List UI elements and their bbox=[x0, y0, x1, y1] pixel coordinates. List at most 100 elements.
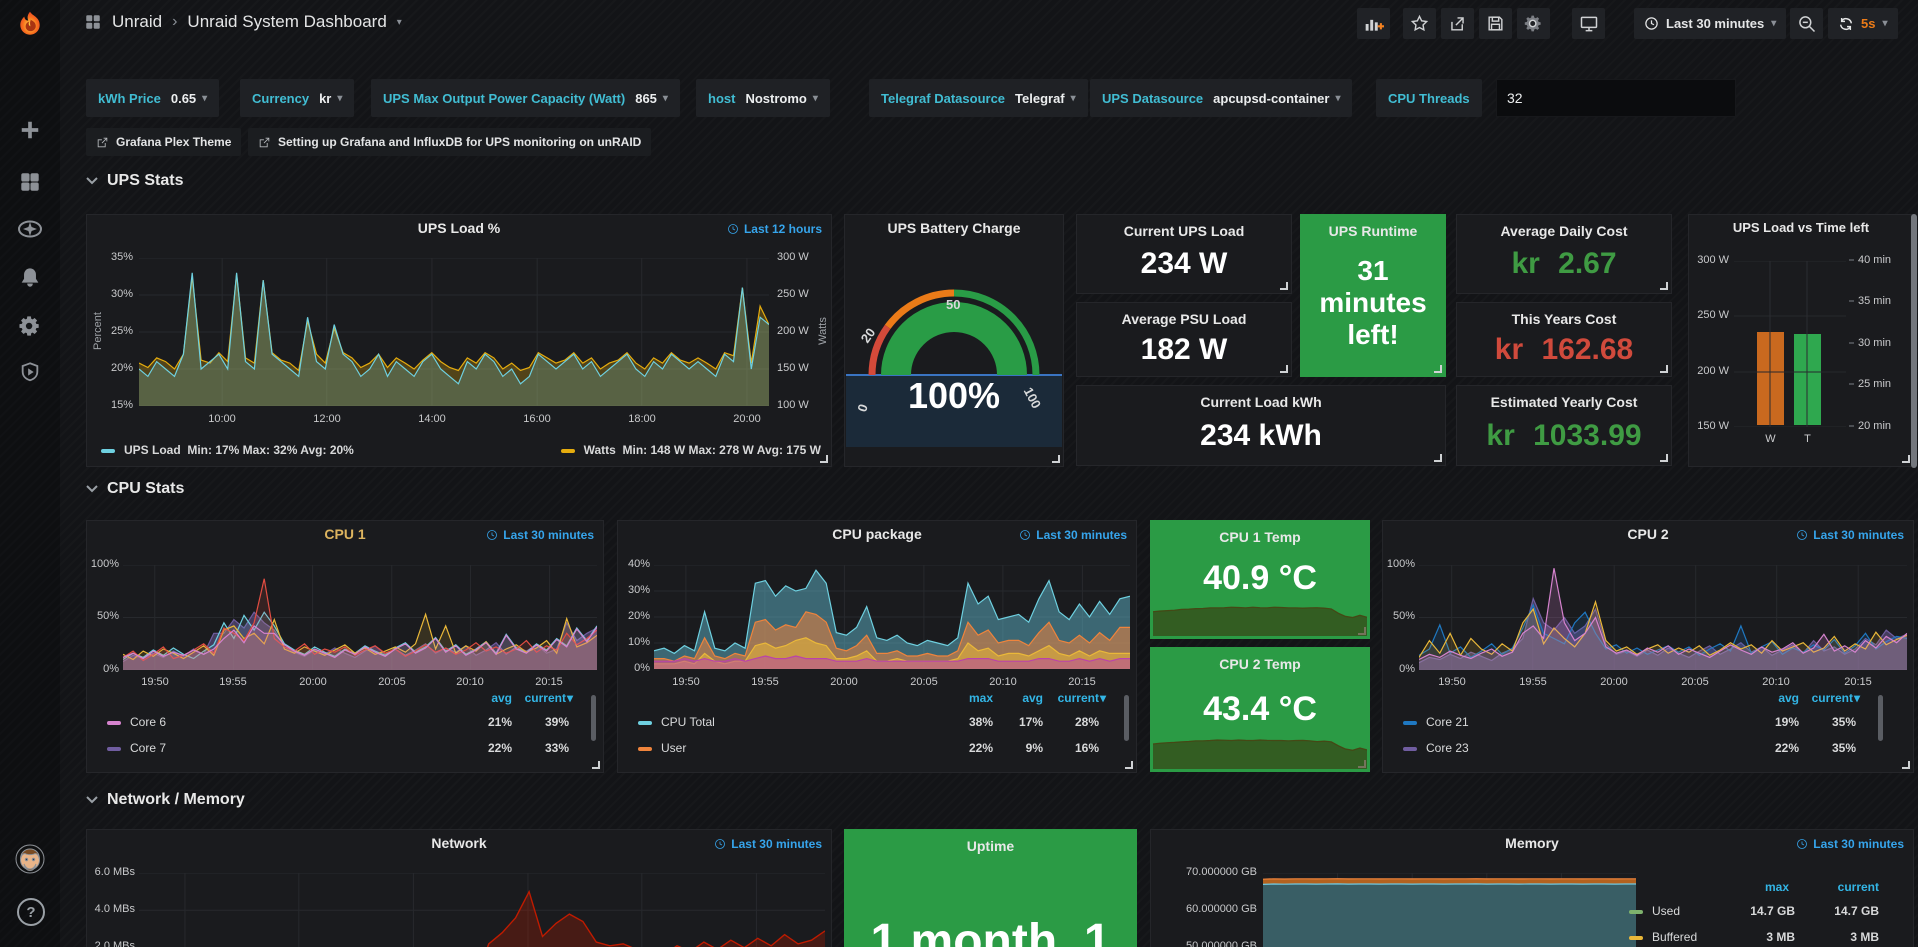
legend-row[interactable]: Core 7 22%33% bbox=[107, 741, 593, 758]
stat-title[interactable]: CPU 2 Temp bbox=[1151, 656, 1369, 672]
title-caret-icon[interactable]: ▾ bbox=[397, 17, 402, 28]
add-panel-button[interactable] bbox=[1357, 8, 1390, 39]
legend-item[interactable]: Watts Min: 148 W Max: 278 W Avg: 175 W bbox=[561, 443, 821, 457]
legend-row[interactable]: Core 21 19%35% bbox=[1403, 715, 1903, 732]
legend-row[interactable]: Core 6 21%39% bbox=[107, 715, 593, 732]
ups-load-chart[interactable] bbox=[139, 258, 769, 406]
dashboard-settings-button[interactable] bbox=[1517, 8, 1550, 39]
stat-title[interactable]: This Years Cost bbox=[1457, 311, 1671, 327]
panel-time-override[interactable]: Last 30 minutes bbox=[714, 837, 822, 851]
cpu1-temp-sparkline bbox=[1153, 600, 1367, 636]
legend-col-max[interactable]: max bbox=[969, 691, 993, 705]
magnifier-minus-icon bbox=[1797, 14, 1817, 34]
configuration-gear-icon[interactable] bbox=[15, 311, 45, 341]
legend-col-max[interactable]: max bbox=[1765, 880, 1789, 894]
memory-chart[interactable] bbox=[1263, 873, 1636, 947]
variable-label: Currency bbox=[252, 91, 309, 106]
panel-memory: Memory Last 30 minutes max current Used … bbox=[1150, 829, 1914, 947]
grafana-logo[interactable] bbox=[15, 10, 45, 40]
explore-icon[interactable] bbox=[15, 214, 45, 244]
panel-title[interactable]: UPS Battery Charge bbox=[845, 220, 1063, 236]
variable-value-dropdown[interactable]: apcupsd-container▾ bbox=[1213, 91, 1340, 106]
legend-row[interactable]: CPU Total 38% 17% 28% bbox=[638, 715, 1126, 732]
alerting-bell-icon[interactable] bbox=[15, 263, 45, 293]
panel-uptime: Uptime 1 month, 1 bbox=[844, 829, 1137, 947]
user-avatar[interactable] bbox=[15, 844, 45, 874]
cpu1-chart[interactable] bbox=[123, 565, 597, 670]
gear-icon bbox=[1524, 14, 1543, 33]
stat-title[interactable]: Estimated Yearly Cost bbox=[1457, 394, 1671, 410]
legend-col-current[interactable]: current bbox=[525, 691, 573, 705]
stat-value: kr 2.67 bbox=[1457, 247, 1671, 281]
variable-label: UPS Max Output Power Capacity (Watt) bbox=[383, 91, 625, 106]
dashboard-link-plex-theme[interactable]: Grafana Plex Theme bbox=[86, 128, 241, 156]
variable-value-dropdown[interactable]: 865▾ bbox=[635, 91, 668, 106]
stat-title[interactable]: Average Daily Cost bbox=[1457, 223, 1671, 239]
stat-title[interactable]: Current Load kWh bbox=[1077, 394, 1445, 410]
panel-time-override[interactable]: Last 30 minutes bbox=[1019, 528, 1127, 542]
legend-col-avg[interactable]: avg bbox=[1778, 691, 1799, 705]
section-cpu-stats[interactable]: CPU Stats bbox=[86, 480, 184, 498]
legend-scrollbar[interactable] bbox=[1124, 695, 1129, 741]
stat-title[interactable]: UPS Runtime bbox=[1301, 223, 1445, 239]
panel-time-override[interactable]: Last 12 hours bbox=[727, 222, 822, 236]
help-icon[interactable] bbox=[17, 898, 45, 926]
variable-value-dropdown[interactable]: Nostromo▾ bbox=[745, 91, 817, 106]
panel-time-override[interactable]: Last 30 minutes bbox=[486, 528, 594, 542]
variable-value-dropdown[interactable]: Telegraf▾ bbox=[1015, 91, 1076, 106]
breadcrumb-root[interactable]: Unraid bbox=[112, 12, 162, 32]
time-range-picker[interactable]: Last 30 minutes ▾ bbox=[1634, 8, 1786, 39]
variable-value-dropdown[interactable]: kr▾ bbox=[319, 91, 342, 106]
legend-row[interactable]: Used 14.7 GB 14.7 GB bbox=[1629, 904, 1879, 918]
legend-col-current[interactable]: current bbox=[1812, 691, 1860, 705]
legend-row[interactable]: Buffered 3 MB 3 MB bbox=[1629, 930, 1879, 944]
stat-title[interactable]: Current UPS Load bbox=[1077, 223, 1291, 239]
legend-scrollbar[interactable] bbox=[591, 695, 596, 741]
page-scrollbar[interactable] bbox=[1911, 214, 1917, 468]
server-admin-shield-icon[interactable] bbox=[15, 357, 45, 387]
legend-col-current[interactable]: current bbox=[1838, 880, 1879, 894]
cpu-threads-input[interactable]: 32 bbox=[1496, 79, 1736, 117]
variable-value-dropdown[interactable]: 0.65▾ bbox=[171, 91, 207, 106]
stat-title[interactable]: Average PSU Load bbox=[1077, 311, 1291, 327]
panel-cpu1: CPU 1 Last 30 minutes avg current Core 6… bbox=[86, 520, 604, 773]
share-button[interactable] bbox=[1441, 8, 1474, 39]
star-button[interactable] bbox=[1403, 8, 1436, 39]
variable-ups-max-output: UPS Max Output Power Capacity (Watt) 865… bbox=[371, 79, 680, 117]
cpu-package-chart[interactable] bbox=[654, 565, 1130, 669]
monitor-icon bbox=[1579, 14, 1599, 34]
panel-title[interactable]: UPS Load % bbox=[87, 220, 831, 236]
refresh-interval-select[interactable]: 5s bbox=[1861, 16, 1875, 31]
panel-time-override[interactable]: Last 30 minutes bbox=[1796, 528, 1904, 542]
zoom-out-button[interactable] bbox=[1790, 8, 1823, 39]
refresh-control[interactable]: 5s ▾ bbox=[1828, 8, 1898, 39]
section-ups-stats[interactable]: UPS Stats bbox=[86, 172, 183, 190]
series-color-dash bbox=[638, 747, 652, 751]
panel-ups-runtime: UPS Runtime 31 minutes left! bbox=[1300, 214, 1446, 377]
variable-telegraf-datasource: Telegraf Datasource Telegraf▾ bbox=[869, 79, 1088, 117]
stat-value: 234 kWh bbox=[1077, 419, 1445, 453]
legend-col-avg[interactable]: avg bbox=[491, 691, 512, 705]
stat-title[interactable]: CPU 1 Temp bbox=[1151, 529, 1369, 545]
panel-cpu1-temp: CPU 1 Temp 40.9 °C bbox=[1150, 520, 1370, 639]
page-title[interactable]: Unraid System Dashboard bbox=[187, 12, 386, 32]
legend-col-current[interactable]: current bbox=[1058, 691, 1106, 705]
series-color-dash bbox=[107, 721, 121, 725]
panel-title[interactable]: UPS Load vs Time left bbox=[1689, 220, 1913, 235]
network-chart[interactable] bbox=[139, 873, 825, 947]
cpu2-chart[interactable] bbox=[1419, 565, 1907, 670]
legend-scrollbar[interactable] bbox=[1878, 695, 1883, 741]
panel-time-override[interactable]: Last 30 minutes bbox=[1796, 837, 1904, 851]
legend-col-avg[interactable]: avg bbox=[1022, 691, 1043, 705]
legend-row[interactable]: Core 23 22%35% bbox=[1403, 741, 1903, 758]
create-icon[interactable] bbox=[15, 115, 45, 145]
legend-item[interactable]: UPS Load Min: 17% Max: 32% Avg: 20% bbox=[101, 443, 354, 457]
stat-title[interactable]: Uptime bbox=[845, 838, 1136, 854]
save-button[interactable] bbox=[1479, 8, 1512, 39]
legend-row[interactable]: User 22% 9% 16% bbox=[638, 741, 1126, 758]
dashboards-icon[interactable] bbox=[15, 167, 45, 197]
dashboard-link-ups-monitoring[interactable]: Setting up Grafana and InfluxDB for UPS … bbox=[248, 128, 651, 156]
variable-label: Telegraf Datasource bbox=[881, 91, 1005, 106]
cycle-view-button[interactable] bbox=[1572, 8, 1605, 39]
section-network-memory[interactable]: Network / Memory bbox=[86, 791, 245, 809]
